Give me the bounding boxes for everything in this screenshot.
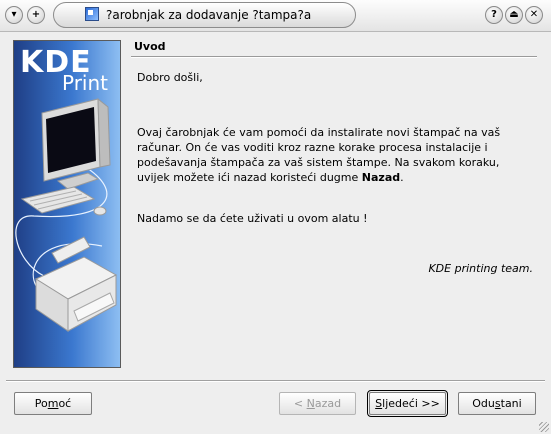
- chevron-down-icon: ▾: [11, 9, 17, 20]
- welcome-text: Dobro došli,: [137, 71, 203, 84]
- window-title: ?arobnjak za dodavanje ?tampa?a: [106, 8, 312, 22]
- resize-grip-icon[interactable]: [539, 422, 549, 432]
- intro-end: .: [400, 171, 404, 184]
- next-label-post: ljedeći >>: [382, 397, 440, 410]
- kde-print-banner: KDE Print: [13, 40, 121, 368]
- help-label-post: oć: [58, 397, 72, 410]
- back-label-accel: N: [306, 397, 315, 410]
- eject-icon: ⏏: [509, 9, 519, 20]
- kde-print-app-icon: [85, 7, 99, 21]
- question-mark-icon: ?: [491, 9, 497, 20]
- plus-icon: +: [31, 9, 41, 20]
- signature-text: KDE printing team.: [428, 262, 533, 275]
- help-label-accel: m: [47, 397, 59, 410]
- shade-button[interactable]: ⏏: [505, 6, 523, 24]
- cancel-label-post: tani: [500, 397, 522, 410]
- help-label-pre: Po: [34, 397, 48, 410]
- hope-text: Nadamo se da ćete uživati u ovom alatu !: [137, 212, 368, 225]
- intro-bold-nazad: Nazad: [361, 171, 401, 184]
- help-button[interactable]: ?: [485, 6, 503, 24]
- next-label-accel: S: [375, 397, 383, 410]
- page-title: Uvod: [134, 40, 166, 53]
- back-label-post: azad: [314, 397, 342, 410]
- close-icon: ✕: [529, 9, 539, 20]
- print-logo-text: Print: [62, 71, 109, 95]
- title-bar: ▾ + ?arobnjak za dodavanje ?tampa?a ? ⏏ …: [0, 0, 551, 32]
- intro-text: Ovaj čarobnjak će vam pomoći da instalir…: [137, 126, 501, 184]
- back-button[interactable]: < Nazad: [279, 392, 356, 415]
- buttons-divider: [6, 380, 545, 382]
- close-button[interactable]: ✕: [525, 6, 543, 24]
- window-menu-button[interactable]: ▾: [5, 6, 23, 24]
- back-label-pre: <: [293, 397, 307, 410]
- next-button[interactable]: Sljedeći >>: [367, 390, 448, 417]
- cancel-label-pre: Odu: [472, 397, 495, 410]
- title-divider: [131, 56, 537, 58]
- sticky-button[interactable]: +: [27, 6, 45, 24]
- intro-paragraph: Ovaj čarobnjak će vam pomoći da instalir…: [137, 125, 531, 185]
- title-tab[interactable]: ?arobnjak za dodavanje ?tampa?a: [53, 2, 356, 28]
- help-dialog-button[interactable]: Po m oć: [14, 392, 92, 415]
- cancel-button[interactable]: Odu s tani: [458, 392, 536, 415]
